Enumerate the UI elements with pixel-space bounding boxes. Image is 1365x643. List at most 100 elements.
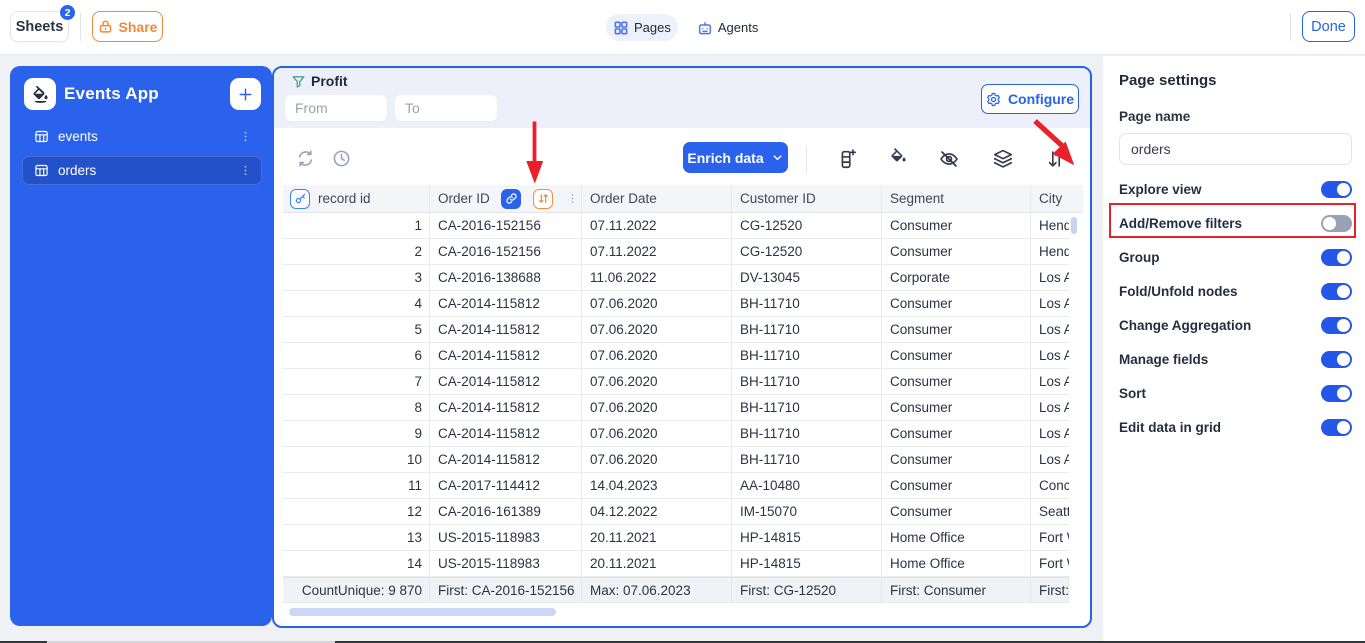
topbar-divider [80, 13, 81, 41]
settings-toggle-row: Group [1119, 240, 1352, 274]
sidebar-item-label: orders [58, 163, 96, 178]
kebab-menu-icon[interactable] [239, 164, 252, 177]
column-label: Order Date [590, 191, 657, 206]
table-row[interactable]: 7 CA-2014-115812 07.06.2020 BH-11710 Con… [283, 369, 1069, 395]
cell-segment: Home Office [882, 551, 1031, 576]
hide-fields-icon[interactable] [938, 148, 960, 170]
toggle-switch[interactable] [1321, 181, 1352, 198]
table-row[interactable]: 2 CA-2016-152156 07.11.2022 CG-12520 Con… [283, 239, 1069, 265]
cell-order-date: 14.04.2023 [582, 473, 732, 498]
cell-customer-id: AA-10480 [732, 473, 882, 498]
toggle-label: Add/Remove filters [1119, 216, 1242, 231]
table-row[interactable]: 4 CA-2014-115812 07.06.2020 BH-11710 Con… [283, 291, 1069, 317]
table-row[interactable]: 9 CA-2014-115812 07.06.2020 BH-11710 Con… [283, 421, 1069, 447]
toggle-switch[interactable] [1321, 317, 1352, 334]
cell-order-id: US-2015-118983 [430, 551, 582, 576]
toggle-switch[interactable] [1321, 351, 1352, 368]
toggle-switch[interactable] [1321, 283, 1352, 300]
table-icon [34, 129, 49, 144]
column-header-customer-id[interactable]: Customer ID [732, 185, 882, 212]
settings-toggle-row: Add/Remove filters [1119, 206, 1352, 240]
layers-icon[interactable] [992, 148, 1014, 170]
settings-toggle-row: Edit data in grid [1119, 410, 1352, 444]
kebab-menu-icon[interactable] [239, 130, 252, 143]
cell-segment: Consumer [882, 317, 1031, 342]
toggle-switch[interactable] [1321, 215, 1352, 232]
table-row[interactable]: 11 CA-2017-114412 14.04.2023 AA-10480 Co… [283, 473, 1069, 499]
app-header: Events App [24, 78, 261, 110]
cell-order-id: CA-2017-114412 [430, 473, 582, 498]
table-row[interactable]: 3 CA-2016-138688 11.06.2022 DV-13045 Cor… [283, 265, 1069, 291]
cell-order-date: 07.06.2020 [582, 369, 732, 394]
add-page-button[interactable] [230, 78, 261, 110]
cell-record-id: 9 [283, 421, 430, 446]
vertical-scrollbar-thumb[interactable] [1071, 217, 1077, 234]
sheets-count-badge: 2 [59, 4, 76, 21]
cell-customer-id: CG-12520 [732, 239, 882, 264]
cell-order-date: 07.06.2020 [582, 291, 732, 316]
toggle-switch[interactable] [1321, 249, 1352, 266]
cell-order-id: CA-2016-152156 [430, 213, 582, 238]
done-button[interactable]: Done [1302, 11, 1355, 42]
cell-city: Los Angeles [1031, 395, 1069, 420]
share-button[interactable]: Share [92, 11, 163, 42]
column-header-order-date[interactable]: Order Date [582, 185, 732, 212]
toggle-knob [1337, 387, 1350, 400]
table-row[interactable]: 1 CA-2016-152156 07.11.2022 CG-12520 Con… [283, 213, 1069, 239]
cell-customer-id: BH-11710 [732, 447, 882, 472]
configure-button[interactable]: Configure [981, 84, 1079, 114]
filter-to-input[interactable] [394, 94, 498, 122]
column-header-record-id[interactable]: record id [283, 185, 430, 212]
cell-order-date: 07.06.2020 [582, 317, 732, 342]
toggle-knob [1337, 285, 1350, 298]
cell-record-id: 4 [283, 291, 430, 316]
column-sort-icon[interactable] [533, 189, 553, 209]
gear-icon [986, 92, 1001, 107]
column-header-order-id[interactable]: Order ID [430, 185, 582, 212]
column-menu-icon[interactable] [566, 192, 579, 205]
horizontal-scrollbar-thumb[interactable] [289, 608, 556, 616]
tab-pages[interactable]: Pages [606, 14, 678, 41]
cell-segment: Consumer [882, 239, 1031, 264]
history-icon[interactable] [332, 149, 351, 168]
link-icon[interactable] [501, 189, 521, 209]
enrich-data-button[interactable]: Enrich data [683, 142, 788, 173]
lock-icon [98, 19, 113, 34]
sort-icon[interactable] [1045, 148, 1067, 170]
fill-color-icon[interactable] [889, 148, 908, 167]
table-row[interactable]: 12 CA-2016-161389 04.12.2022 IM-15070 Co… [283, 499, 1069, 525]
grid-icon [613, 20, 629, 36]
cell-order-date: 04.12.2022 [582, 499, 732, 524]
chevron-down-icon [771, 151, 784, 164]
refresh-icon[interactable] [296, 149, 315, 168]
sidebar-item[interactable]: orders [22, 156, 262, 185]
cell-order-id: CA-2014-115812 [430, 395, 582, 420]
column-header-city[interactable]: City [1031, 185, 1083, 212]
cell-order-id: CA-2016-152156 [430, 239, 582, 264]
filter-name: Profit [311, 73, 348, 89]
table-row[interactable]: 6 CA-2014-115812 07.06.2020 BH-11710 Con… [283, 343, 1069, 369]
column-header-segment[interactable]: Segment [882, 185, 1031, 212]
data-panel: Profit Configure Enric [272, 66, 1092, 628]
add-field-icon[interactable] [836, 148, 858, 170]
table-row[interactable]: 14 US-2015-118983 20.11.2021 HP-14815 Ho… [283, 551, 1069, 577]
filter-from-input[interactable] [284, 94, 388, 122]
cell-segment: Consumer [882, 499, 1031, 524]
cell-segment: Consumer [882, 395, 1031, 420]
tab-agents[interactable]: Agents [690, 14, 765, 41]
toolbar-divider [806, 146, 807, 173]
table-row[interactable]: 5 CA-2014-115812 07.06.2020 BH-11710 Con… [283, 317, 1069, 343]
sidebar-item[interactable]: events [22, 122, 262, 151]
cell-segment: Consumer [882, 369, 1031, 394]
toolbar: Enrich data [274, 128, 1090, 185]
cell-segment: Corporate [882, 265, 1031, 290]
table-row[interactable]: 8 CA-2014-115812 07.06.2020 BH-11710 Con… [283, 395, 1069, 421]
cell-order-id: CA-2014-115812 [430, 317, 582, 342]
table-row[interactable]: 13 US-2015-118983 20.11.2021 HP-14815 Ho… [283, 525, 1069, 551]
page-name-input[interactable] [1119, 133, 1352, 165]
sidebar-items: events orders [22, 122, 262, 185]
toggle-switch[interactable] [1321, 385, 1352, 402]
tab-pages-label: Pages [634, 20, 671, 35]
toggle-switch[interactable] [1321, 419, 1352, 436]
table-row[interactable]: 10 CA-2014-115812 07.06.2020 BH-11710 Co… [283, 447, 1069, 473]
